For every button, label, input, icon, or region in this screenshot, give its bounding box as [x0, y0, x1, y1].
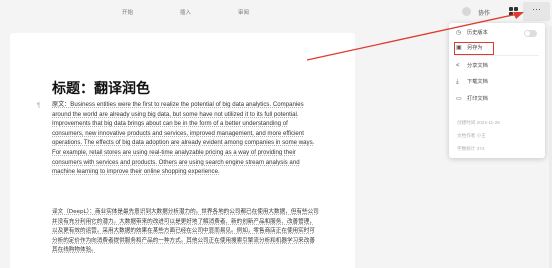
annotation-arrow [306, 12, 524, 61]
